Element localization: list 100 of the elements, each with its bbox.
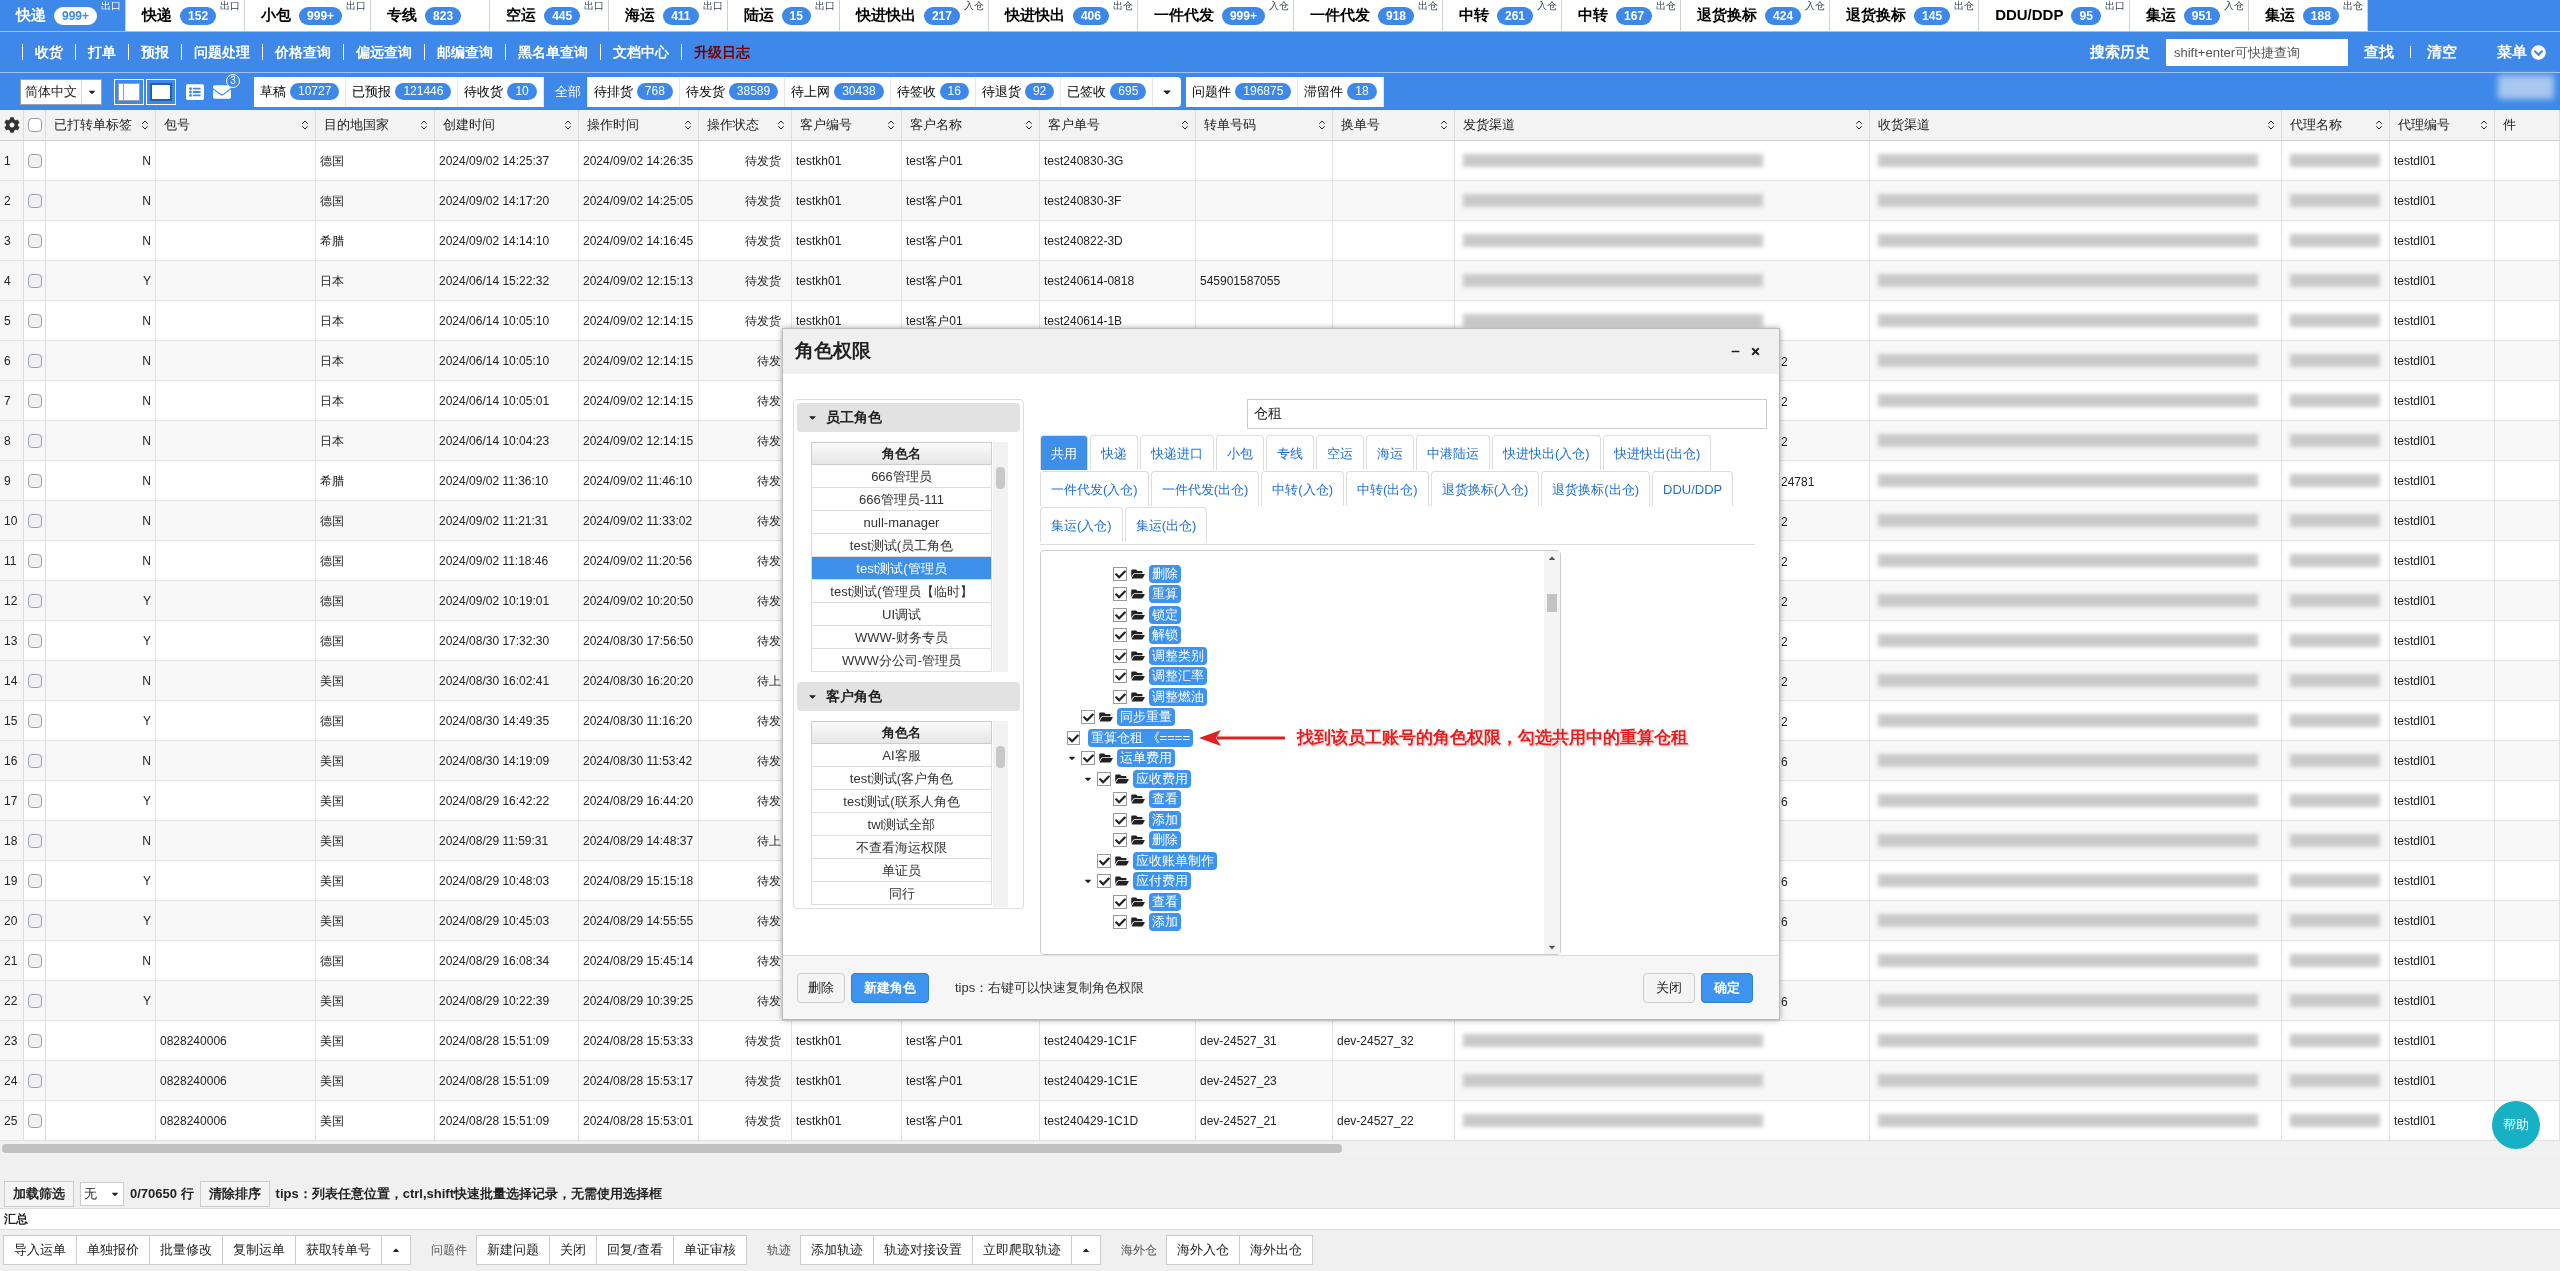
row-number: 25: [4, 1112, 18, 1130]
table-cell-text: 2024/09/02 14:25:37: [439, 152, 550, 170]
row-number: 11: [4, 552, 17, 570]
table-cell-text: 日本: [320, 392, 344, 410]
count-badge: 167: [1616, 6, 1653, 25]
table-cell-text: test客户01: [906, 312, 963, 330]
row-number: 17: [4, 792, 18, 810]
table-cell-text: 美国: [320, 1072, 344, 1090]
table-cell-text: test客户01: [906, 272, 963, 290]
table-cell-text: 待发: [757, 552, 781, 570]
count-badge: 424: [1765, 6, 1802, 25]
table-cell-text: 美国: [320, 912, 344, 930]
table-cell-text: test客户01: [906, 152, 963, 170]
table-cell-text: testdl01: [2394, 872, 2437, 890]
table-cell-text: testkh01: [796, 232, 842, 250]
row-number: 9: [4, 472, 11, 490]
notification-badge: 3: [226, 73, 240, 88]
count-badge: 10727: [290, 83, 340, 100]
table-cell-text: testdl01: [2394, 192, 2437, 210]
table-cell-text: testdl01: [2394, 272, 2437, 290]
table-cell-text: 待发: [757, 432, 781, 450]
table-cell-text: dev-24527_22: [1337, 1112, 1414, 1130]
table-cell-text: N: [142, 512, 151, 530]
table-cell-text: 2024/08/30 14:49:35: [439, 712, 550, 730]
count-badge: 152: [180, 6, 217, 25]
tab-sub-label: 出口: [101, 0, 122, 12]
table-cell-text: 0828240006: [160, 1112, 227, 1130]
table-cell-text: test240830-3F: [1044, 192, 1122, 210]
table-cell: 6: [1781, 794, 1788, 809]
table-cell-text: 2024/08/29 16:42:22: [439, 792, 550, 810]
table-cell-text: 待发: [757, 872, 781, 890]
table-cell-text: 待上: [757, 672, 781, 690]
table-cell-text: 日本: [320, 312, 344, 330]
count-badge: 10: [507, 83, 537, 100]
table-cell-text: 日本: [320, 432, 344, 450]
table-cell-text: 2024/08/29 15:15:18: [583, 872, 694, 890]
row-number: 14: [4, 672, 18, 690]
group-label: 海外仓: [1120, 1242, 1157, 1259]
table-cell-text: 2024/08/29 14:48:37: [583, 832, 694, 850]
table-cell-text: N: [142, 552, 151, 570]
table-cell-text: 美国: [320, 1032, 344, 1050]
tab-sub-label: 入仓: [2223, 0, 2244, 12]
table-cell-text: Y: [143, 872, 151, 890]
table-cell-text: 2024/09/02 10:20:50: [583, 592, 694, 610]
table-cell-text: 德国: [320, 512, 344, 530]
table-cell-text: testkh01: [796, 312, 842, 330]
table-cell-text: 德国: [320, 152, 344, 170]
tab-sub-label: 出口: [220, 0, 241, 12]
table-cell-text: test240614-0818: [1044, 272, 1135, 290]
table-cell-text: Y: [143, 792, 151, 810]
count-badge: 999+: [299, 6, 343, 25]
table-cell-text: 2024/08/29 10:39:25: [583, 992, 694, 1010]
table-cell-text: 待发: [757, 592, 781, 610]
tab-sub-label: 出口: [584, 0, 605, 12]
count-badge: 261: [1497, 6, 1534, 25]
table-cell-text: 2024/09/02 12:14:15: [583, 352, 694, 370]
table-cell-text: 2024/09/02 11:21:31: [439, 512, 549, 530]
table-cell-text: dev-24527_31: [1200, 1032, 1277, 1050]
table-cell-text: testdl01: [2394, 232, 2437, 250]
table-cell-text: 待发货: [745, 232, 781, 250]
table-cell-text: 2024/09/02 12:14:15: [583, 432, 694, 450]
table-cell-text: 德国: [320, 192, 344, 210]
table-cell-text: test客户01: [906, 1072, 963, 1090]
table-cell-text: Y: [143, 912, 151, 930]
table-cell-text: testdl01: [2394, 632, 2437, 650]
count-badge: 823: [425, 6, 462, 25]
table-cell-text: 德国: [320, 712, 344, 730]
table-cell-text: N: [142, 312, 151, 330]
table-cell-text: 待发: [757, 632, 781, 650]
table-cell-text: 待发: [757, 912, 781, 930]
table-cell-text: testdl01: [2394, 952, 2437, 970]
table-cell-text: 2024/06/14 15:22:32: [439, 272, 550, 290]
table-cell-text: 2024/08/30 14:19:09: [439, 752, 550, 770]
table-cell-text: 2024/09/02 11:36:10: [439, 472, 549, 490]
table-cell-text: testdl01: [2394, 912, 2437, 930]
table-cell: 6: [1781, 754, 1788, 769]
count-badge: 188: [2302, 6, 2339, 25]
table-cell-text: testdl01: [2394, 552, 2437, 570]
count-badge: 95: [2071, 6, 2101, 25]
table-cell-text: 待发货: [745, 1072, 781, 1090]
table-cell-text: 2024/08/30 17:56:50: [583, 632, 694, 650]
table-cell-text: test240429-1C1E: [1044, 1072, 1138, 1090]
table-cell-text: 待发: [757, 792, 781, 810]
annotation-text: 找到该员工账号的角色权限，勾选共用中的重算仓租: [1297, 726, 1688, 749]
table-cell-text: testdl01: [2394, 472, 2437, 490]
row-number: 23: [4, 1032, 18, 1050]
table-cell: 6: [1781, 874, 1788, 889]
group-label: 问题件: [431, 1242, 467, 1259]
count-badge: 768: [636, 83, 673, 100]
row-number: 8: [4, 432, 11, 450]
table-cell-text: 日本: [320, 352, 344, 370]
table-cell-text: test240429-1C1D: [1044, 1112, 1139, 1130]
table-cell-text: test客户01: [906, 192, 963, 210]
table-cell: 2: [1781, 394, 1788, 409]
row-number: 10: [4, 512, 18, 530]
count-badge: 999+: [54, 6, 98, 25]
table-cell-text: Y: [143, 592, 151, 610]
row-number: 21: [4, 952, 18, 970]
table-cell: 2: [1781, 554, 1788, 569]
tips-text: tips：列表任意位置，ctrl,shift快速批量选择记录，无需使用选择框: [275, 1185, 662, 1204]
